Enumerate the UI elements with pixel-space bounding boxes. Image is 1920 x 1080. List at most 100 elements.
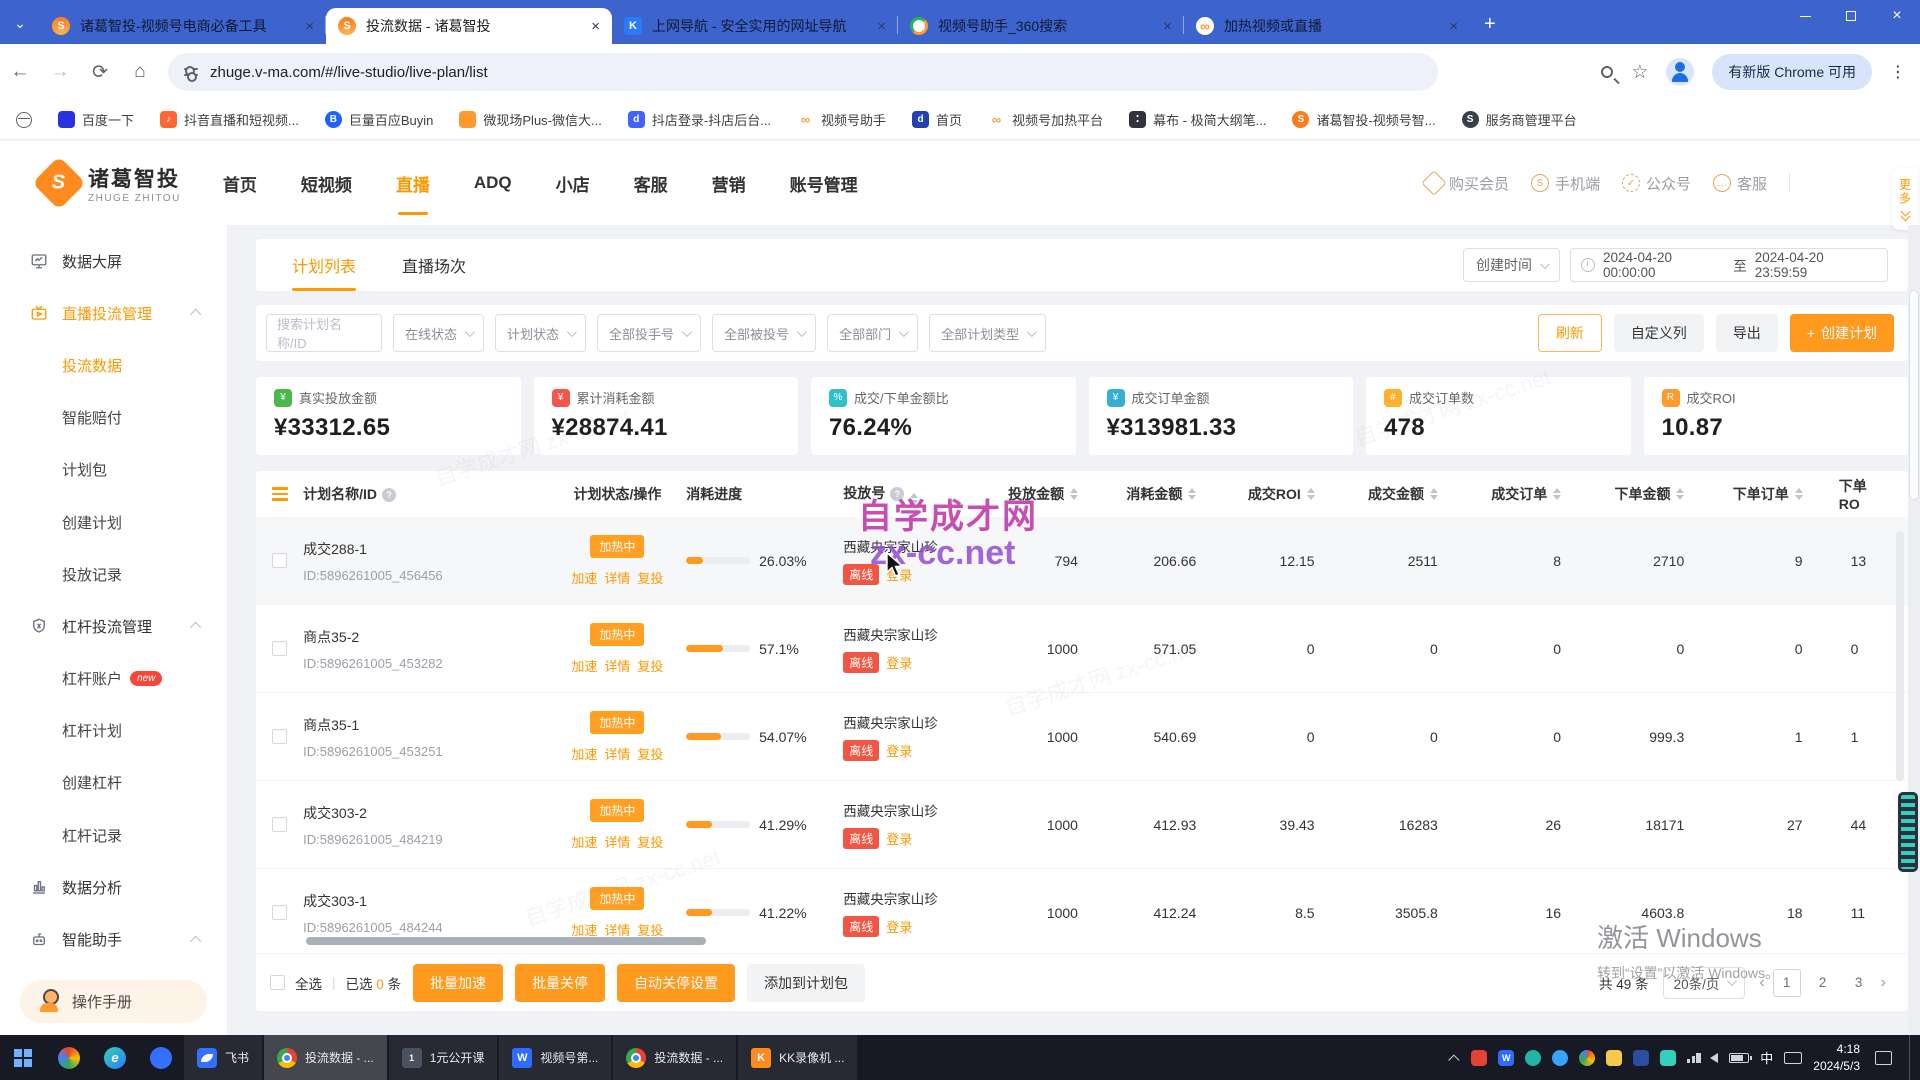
sidebar-group-leverage[interactable]: 杠杆投流管理: [0, 600, 227, 652]
target-account-select[interactable]: 全部被投号: [712, 314, 816, 352]
reload-icon[interactable]: ⟳: [80, 61, 120, 84]
speed-up-link[interactable]: 加速: [571, 568, 597, 587]
customer-service-link[interactable]: …客服: [1713, 173, 1767, 194]
back-icon[interactable]: ←: [0, 61, 40, 83]
mobile-link[interactable]: S手机端: [1531, 173, 1600, 194]
chrome-menu-icon[interactable]: ⋮: [1890, 62, 1906, 82]
column-settings-icon[interactable]: [272, 487, 288, 501]
sort-icon[interactable]: [1430, 488, 1438, 500]
sort-icon[interactable]: [1070, 488, 1078, 500]
speed-up-link[interactable]: 加速: [571, 920, 597, 939]
sort-icon[interactable]: [1795, 488, 1803, 500]
tray-360-icon[interactable]: [1471, 1050, 1487, 1066]
plan-type-select[interactable]: 全部计划类型: [929, 314, 1046, 352]
bookmark-item[interactable]: B巨量百应Buyin: [325, 110, 434, 129]
battery-icon[interactable]: [1729, 1053, 1749, 1063]
taskbar-app-feishu[interactable]: 飞书: [184, 1035, 262, 1080]
new-tab-button[interactable]: +: [1484, 13, 1496, 36]
nav-marketing[interactable]: 营销: [712, 141, 746, 225]
official-account-link[interactable]: ✓公众号: [1622, 173, 1691, 194]
edge-icon[interactable]: e: [92, 1035, 138, 1080]
bulk-stop-button[interactable]: 批量关停: [515, 964, 605, 1002]
login-link[interactable]: 登录: [886, 917, 912, 936]
login-link[interactable]: 登录: [886, 741, 912, 760]
detail-link[interactable]: 详情: [604, 920, 630, 939]
page-size-select[interactable]: 20条/页: [1663, 967, 1746, 999]
re-invest-link[interactable]: 复投: [637, 744, 663, 763]
date-range-picker[interactable]: 2024-04-20 00:00:00 至 2024-04-20 23:59:5…: [1570, 248, 1888, 282]
sort-icon[interactable]: [1307, 488, 1315, 500]
start-button[interactable]: [0, 1035, 46, 1080]
tab-plan-list-active[interactable]: 计划列表: [292, 239, 356, 291]
auto-stop-settings-button[interactable]: 自动关停设置: [617, 964, 735, 1002]
plan-status-select[interactable]: 计划状态: [495, 314, 586, 352]
detail-link[interactable]: 详情: [604, 656, 630, 675]
manual-button[interactable]: 操作手册: [20, 980, 207, 1023]
page-scrollbar-thumb[interactable]: [1909, 290, 1919, 500]
site-info-icon[interactable]: [184, 68, 198, 76]
sidebar-group-live-traffic[interactable]: 直播投流管理: [0, 287, 227, 339]
tray-app-icon[interactable]: [1525, 1050, 1541, 1066]
bookmark-item[interactable]: ⁚幕布 - 极简大纲笔...: [1129, 110, 1266, 129]
export-button[interactable]: 导出: [1716, 314, 1778, 352]
bookmark-item[interactable]: S诸葛智投-视频号智...: [1292, 110, 1435, 129]
taskbar-app-kk-recorder[interactable]: KKK录像机 ...: [738, 1035, 857, 1080]
re-invest-link[interactable]: 复投: [637, 920, 663, 939]
add-to-plan-package-button[interactable]: 添加到计划包: [747, 964, 865, 1002]
table-row[interactable]: 商点35-1ID:5896261005_453251 加热中 加速详情复投 54…: [256, 693, 1908, 781]
re-invest-link[interactable]: 复投: [637, 568, 663, 587]
browser-tab-2-active[interactable]: S 投流数据 - 诸葛智投 ×: [326, 8, 612, 44]
app-logo[interactable]: S 诸葛智投 ZHUGE ZHITOU: [40, 163, 181, 204]
taskbar-clock[interactable]: 4:18 2024/5/3: [1813, 1041, 1860, 1073]
browser-tab-5[interactable]: ∞ 加热视频或直播 ×: [1184, 8, 1470, 44]
tray-app-icon[interactable]: [1660, 1050, 1676, 1066]
table-row[interactable]: 成交288-1ID:5896261005_456456 加热中 加速详情复投 2…: [256, 517, 1908, 605]
window-minimize-button[interactable]: [1782, 0, 1828, 32]
row-checkbox[interactable]: [272, 641, 287, 656]
search-icon[interactable]: [1601, 66, 1613, 78]
sort-icon[interactable]: [1553, 488, 1561, 500]
tray-chrome-icon[interactable]: [1579, 1050, 1595, 1066]
notification-center-icon[interactable]: [1875, 1051, 1892, 1065]
help-icon[interactable]: ?: [890, 487, 904, 501]
select-all-checkbox[interactable]: [270, 975, 285, 990]
page-3[interactable]: 3: [1845, 969, 1873, 997]
taskbar-app-chrome-active[interactable]: 投流数据 - ...: [264, 1035, 387, 1080]
bookmark-globe-icon[interactable]: [16, 112, 32, 128]
row-checkbox[interactable]: [272, 817, 287, 832]
bookmark-item[interactable]: 微现场Plus-微信大...: [459, 110, 601, 129]
browser-tab-1[interactable]: S 诸葛智投-视频号电商必备工具 ×: [40, 8, 326, 44]
tab-close-icon[interactable]: ×: [877, 18, 886, 35]
row-checkbox[interactable]: [272, 905, 287, 920]
taskbar-app-wps[interactable]: W视频号第...: [499, 1035, 611, 1080]
page-2[interactable]: 2: [1809, 969, 1837, 997]
tab-close-icon[interactable]: ×: [1449, 18, 1458, 35]
sidebar-item-data-screen[interactable]: 数据大屏: [0, 235, 227, 287]
department-select[interactable]: 全部部门: [827, 314, 918, 352]
refresh-button[interactable]: 刷新: [1538, 314, 1602, 352]
re-invest-link[interactable]: 复投: [637, 656, 663, 675]
bookmark-item[interactable]: ∞视频号加热平台: [988, 110, 1103, 129]
touch-keyboard-icon[interactable]: [1784, 1052, 1802, 1064]
show-desktop-button[interactable]: [1909, 1035, 1914, 1080]
home-icon[interactable]: ⌂: [120, 61, 160, 83]
browser-tab-3[interactable]: K 上网导航 - 安全实用的网址导航 ×: [612, 8, 898, 44]
prev-page-icon[interactable]: ‹: [1759, 974, 1764, 992]
window-maximize-button[interactable]: [1828, 0, 1874, 32]
row-checkbox[interactable]: [272, 729, 287, 744]
bulk-speed-up-button[interactable]: 批量加速: [413, 964, 503, 1002]
taskbar-app-chrome-2[interactable]: 投流数据 - ...: [613, 1035, 736, 1080]
speed-up-link[interactable]: 加速: [571, 744, 597, 763]
volume-icon[interactable]: [1710, 1053, 1718, 1063]
more-stats-button[interactable]: 更多: [1892, 168, 1918, 230]
window-close-button[interactable]: ×: [1874, 0, 1920, 32]
speed-up-link[interactable]: 加速: [571, 832, 597, 851]
taskbar-search-icon[interactable]: [46, 1035, 92, 1080]
table-row[interactable]: 商点35-2ID:5896261005_453282 加热中 加速详情复投 57…: [256, 605, 1908, 693]
next-page-icon[interactable]: ›: [1881, 974, 1886, 992]
ime-indicator[interactable]: 中: [1760, 1048, 1773, 1067]
bookmark-star-icon[interactable]: ☆: [1631, 61, 1648, 84]
operator-account-select[interactable]: 全部投手号: [597, 314, 701, 352]
bookmark-item[interactable]: d抖店登录-抖店后台...: [628, 110, 771, 129]
login-link[interactable]: 登录: [886, 653, 912, 672]
